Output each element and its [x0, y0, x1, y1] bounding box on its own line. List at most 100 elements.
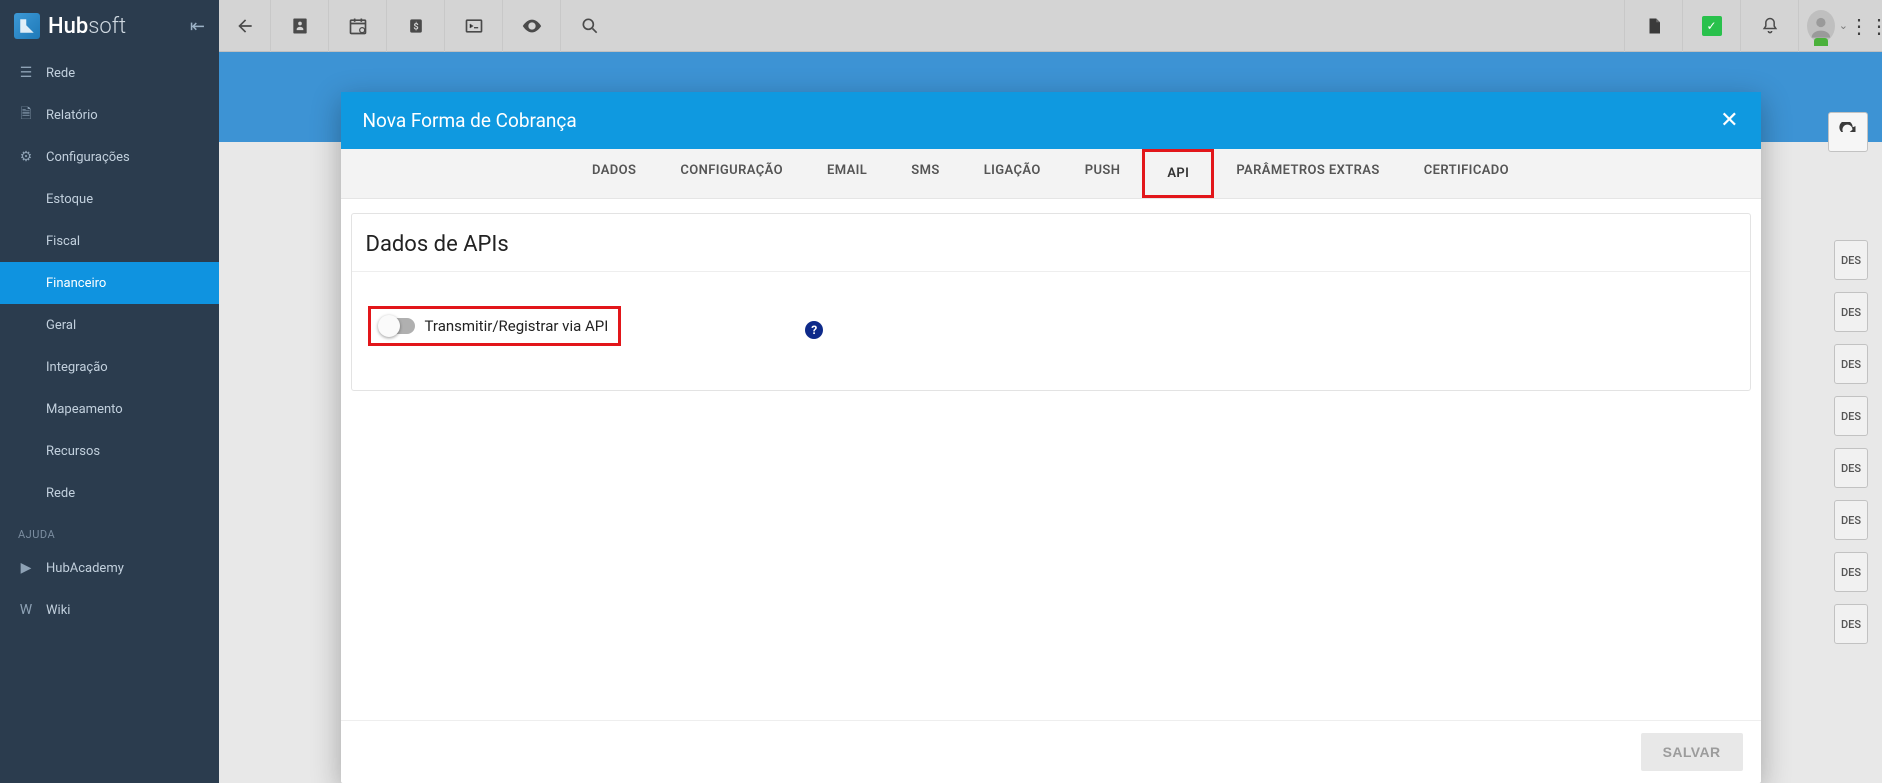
sidebar-item-label: Wiki	[46, 603, 70, 618]
sidebar-item-label: Configurações	[46, 150, 130, 165]
grip-icon: ⋮⋮	[1849, 14, 1882, 38]
sidebar-item-geral[interactable]: Geral	[0, 304, 219, 346]
logo-text-hub: Hub	[48, 14, 88, 39]
sidebar-item-label: Recursos	[46, 444, 100, 459]
sidebar-item-mapeamento[interactable]: Mapeamento	[0, 388, 219, 430]
sidebar-help-section: AJUDA	[0, 514, 219, 547]
modal-new-billing-form: Nova Forma de Cobrança ✕ DADOS CONFIGURA…	[341, 92, 1761, 783]
sidebar-item-relatorio[interactable]: 🗎 Relatório	[0, 94, 219, 136]
back-button[interactable]	[219, 0, 271, 52]
sidebar-item-label: HubAcademy	[46, 561, 124, 576]
modal-tabs: DADOS CONFIGURAÇÃO EMAIL SMS LIGAÇÃO PUS…	[341, 149, 1761, 199]
topbar-user-menu[interactable]: ⌄	[1798, 0, 1856, 52]
modal-backdrop: Nova Forma de Cobrança ✕ DADOS CONFIGURA…	[219, 52, 1882, 783]
page-background: DES DES DES DES DES DES DES DES Nova For…	[219, 52, 1882, 783]
topbar-right: ✓ ⌄ ⋮⋮	[1624, 0, 1882, 52]
bg-action-button[interactable]: DES	[1834, 240, 1868, 280]
network-icon: ☰	[18, 65, 34, 81]
transmit-register-toggle-label: Transmitir/Registrar via API	[425, 317, 609, 335]
modal-header: Nova Forma de Cobrança ✕	[341, 92, 1761, 149]
sidebar-item-integracao[interactable]: Integração	[0, 346, 219, 388]
tab-push[interactable]: PUSH	[1063, 149, 1143, 198]
avatar-icon	[1807, 10, 1835, 42]
sidebar-item-label: Mapeamento	[46, 402, 123, 417]
logo-text: Hubsoft	[48, 14, 126, 39]
topbar-status-button[interactable]: ✓	[1682, 0, 1740, 52]
topbar-notifications-button[interactable]	[1740, 0, 1798, 52]
report-icon: 🗎	[18, 107, 34, 123]
sidebar-header: Hubsoft ⇤	[0, 0, 219, 52]
topbar-visibility-button[interactable]	[503, 0, 561, 52]
topbar-terminal-button[interactable]	[445, 0, 503, 52]
tab-dados[interactable]: DADOS	[570, 149, 658, 198]
arrow-left-icon	[235, 16, 255, 36]
chevron-down-icon: ⌄	[1839, 19, 1848, 32]
sidebar-item-label: Relatório	[46, 108, 98, 123]
gear-icon: ⚙	[18, 149, 34, 165]
bg-action-button[interactable]: DES	[1834, 396, 1868, 436]
svg-text:$: $	[413, 21, 418, 32]
bg-action-button[interactable]: DES	[1834, 448, 1868, 488]
wiki-icon: W	[18, 602, 34, 618]
calendar-icon	[348, 16, 368, 36]
refresh-button[interactable]	[1828, 112, 1868, 152]
sidebar-item-label: Financeiro	[46, 276, 106, 291]
tab-parametros-extras[interactable]: PARÂMETROS EXTRAS	[1214, 149, 1401, 198]
sidebar-item-estoque[interactable]: Estoque	[0, 178, 219, 220]
bell-icon	[1760, 16, 1780, 36]
bg-action-button[interactable]: DES	[1834, 344, 1868, 384]
dollar-icon: $	[406, 16, 426, 36]
sidebar: Hubsoft ⇤ ☰ Rede 🗎 Relatório ⚙ Configura…	[0, 0, 219, 783]
sidebar-item-label: Rede	[46, 66, 75, 81]
tab-ligacao[interactable]: LIGAÇÃO	[962, 149, 1063, 198]
sidebar-collapse-icon[interactable]: ⇤	[190, 16, 205, 37]
logo-icon	[14, 13, 40, 39]
topbar-billing-button[interactable]: $	[387, 0, 445, 52]
sidebar-item-configuracoes[interactable]: ⚙ Configurações	[0, 136, 219, 178]
tab-configuracao[interactable]: CONFIGURAÇÃO	[658, 149, 805, 198]
main-column: $ ✓	[219, 0, 1882, 783]
youtube-icon: ▶	[18, 560, 34, 576]
api-panel: Dados de APIs Transmitir/Registrar via A…	[351, 213, 1751, 391]
topbar: $ ✓	[219, 0, 1882, 52]
sidebar-item-label: Fiscal	[46, 234, 80, 249]
close-icon: ✕	[1720, 108, 1738, 133]
sidebar-item-recursos[interactable]: Recursos	[0, 430, 219, 472]
app-root: Hubsoft ⇤ ☰ Rede 🗎 Relatório ⚙ Configura…	[0, 0, 1882, 783]
sidebar-item-rede-2[interactable]: Rede	[0, 472, 219, 514]
check-icon: ✓	[1702, 16, 1722, 36]
sidebar-item-label: Rede	[46, 486, 75, 501]
search-icon	[580, 16, 600, 36]
sidebar-item-financeiro[interactable]: Financeiro	[0, 262, 219, 304]
bg-action-button[interactable]: DES	[1834, 500, 1868, 540]
tab-certificado[interactable]: CERTIFICADO	[1402, 149, 1531, 198]
topbar-apps-button[interactable]: ⋮⋮	[1856, 0, 1882, 52]
tab-sms[interactable]: SMS	[889, 149, 961, 198]
tab-email[interactable]: EMAIL	[805, 149, 889, 198]
panel-body: Transmitir/Registrar via API ?	[352, 272, 1750, 390]
topbar-pdf-button[interactable]	[1624, 0, 1682, 52]
pdf-icon	[1645, 16, 1663, 36]
bg-action-button[interactable]: DES	[1834, 604, 1868, 644]
sidebar-item-hubacademy[interactable]: ▶ HubAcademy	[0, 547, 219, 589]
refresh-icon	[1838, 122, 1858, 142]
eye-icon	[521, 15, 543, 37]
bg-action-buttons: DES DES DES DES DES DES DES DES	[1834, 240, 1868, 644]
topbar-calendar-button[interactable]	[329, 0, 387, 52]
sidebar-item-fiscal[interactable]: Fiscal	[0, 220, 219, 262]
sidebar-item-label: Integração	[46, 360, 108, 375]
sidebar-item-wiki[interactable]: W Wiki	[0, 589, 219, 631]
transmit-register-toggle-row: Transmitir/Registrar via API	[368, 306, 622, 346]
save-button[interactable]: SALVAR	[1641, 733, 1743, 771]
sidebar-item-rede[interactable]: ☰ Rede	[0, 52, 219, 94]
sidebar-item-label: Geral	[46, 318, 76, 333]
bg-action-button[interactable]: DES	[1834, 292, 1868, 332]
transmit-register-toggle[interactable]	[381, 318, 415, 334]
topbar-contacts-button[interactable]	[271, 0, 329, 52]
modal-close-button[interactable]: ✕	[1720, 108, 1738, 133]
help-icon[interactable]: ?	[805, 321, 823, 339]
tab-api[interactable]: API	[1142, 149, 1214, 198]
logo-text-soft: soft	[88, 14, 126, 39]
bg-action-button[interactable]: DES	[1834, 552, 1868, 592]
topbar-search-button[interactable]	[561, 0, 619, 52]
